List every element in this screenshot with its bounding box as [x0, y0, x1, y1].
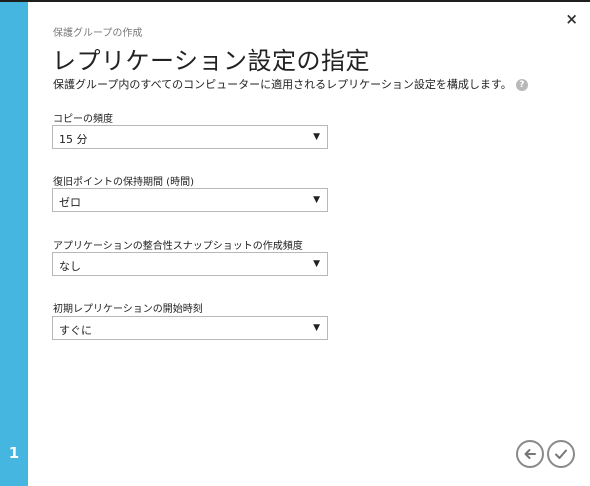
help-icon[interactable]: ?	[515, 79, 528, 91]
chevron-down-icon: ▼	[313, 259, 320, 269]
window-top-bar	[0, 0, 590, 2]
wizard-step-bar: 1	[0, 2, 28, 486]
app-consistent-snapshot-value: なし	[59, 260, 81, 273]
back-button[interactable]	[516, 440, 544, 468]
app-consistent-snapshot-select[interactable]: なし ▼	[52, 252, 328, 276]
chevron-down-icon: ▼	[313, 195, 320, 205]
chevron-down-icon: ▼	[313, 323, 320, 333]
chevron-down-icon: ▼	[313, 132, 320, 142]
copy-frequency-label: コピーの頻度	[53, 114, 113, 125]
copy-frequency-select[interactable]: 15 分 ▼	[52, 125, 328, 149]
checkmark-icon	[555, 449, 567, 459]
arrow-left-icon	[524, 449, 536, 459]
close-icon[interactable]: ×	[565, 11, 578, 27]
page-title: レプリケーション設定の指定	[52, 47, 371, 75]
app-consistent-snapshot-label: アプリケーションの整合性スナップショットの作成頻度	[53, 241, 303, 252]
step-number: 1	[8, 444, 20, 462]
initial-replication-label: 初期レプリケーションの開始時刻	[53, 304, 203, 315]
finish-button[interactable]	[547, 440, 575, 468]
subtitle-text: 保護グループ内のすべてのコンピューターに適用されるレプリケーション設定を構成しま…	[53, 78, 512, 91]
recovery-points-value: ゼロ	[59, 196, 81, 209]
recovery-points-select[interactable]: ゼロ ▼	[52, 188, 328, 212]
page-subtitle: 保護グループ内のすべてのコンピューターに適用されるレプリケーション設定を構成しま…	[53, 76, 528, 92]
copy-frequency-value: 15 分	[59, 133, 88, 146]
breadcrumb: 保護グループの作成	[53, 28, 143, 39]
recovery-points-label: 復旧ポイントの保持期間 (時間)	[53, 177, 194, 188]
initial-replication-select[interactable]: すぐに ▼	[52, 316, 328, 340]
initial-replication-value: すぐに	[59, 324, 92, 337]
